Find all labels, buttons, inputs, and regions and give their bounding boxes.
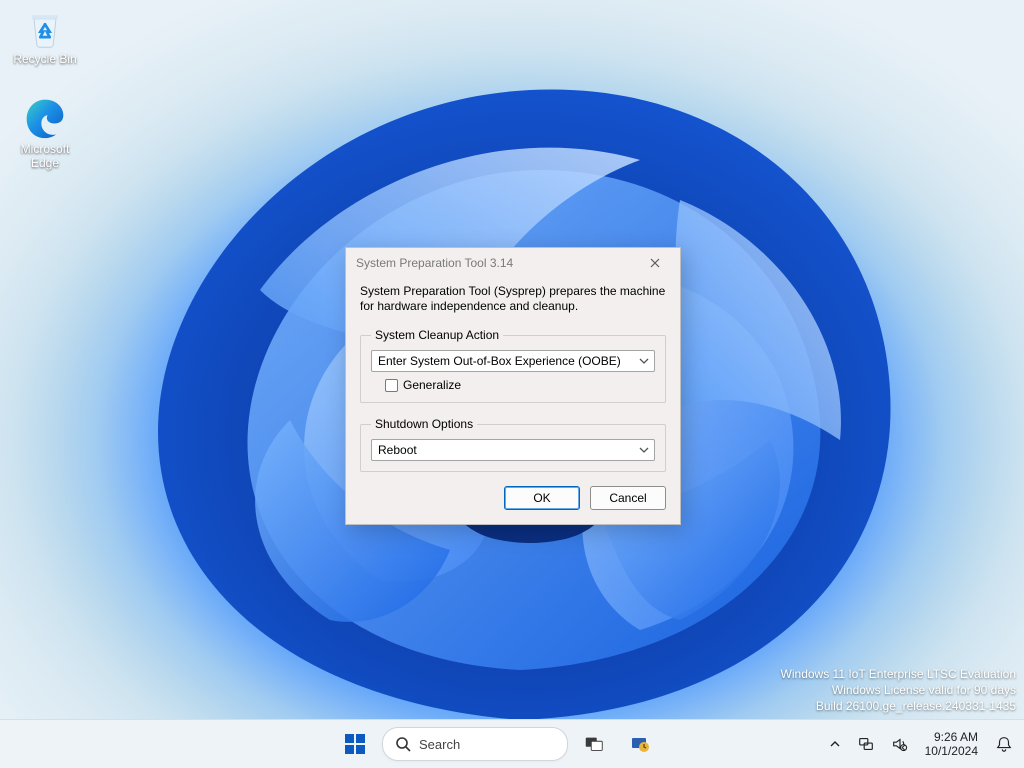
desktop-icon-recycle-bin[interactable]: Recycle Bin xyxy=(8,6,82,66)
cancel-button[interactable]: Cancel xyxy=(590,486,666,510)
task-view-icon xyxy=(583,733,605,755)
desktop-icon-microsoft-edge[interactable]: Microsoft Edge xyxy=(8,96,82,170)
taskbar: Search xyxy=(0,719,1024,768)
shutdown-option-value: Reboot xyxy=(378,443,417,457)
volume-icon xyxy=(891,735,909,753)
cleanup-action-select[interactable]: Enter System Out-of-Box Experience (OOBE… xyxy=(371,350,655,372)
sysprep-app-icon xyxy=(628,732,652,756)
dialog-title: System Preparation Tool 3.14 xyxy=(356,256,513,270)
cleanup-legend: System Cleanup Action xyxy=(371,328,503,342)
search-icon xyxy=(395,736,411,752)
clock-time: 9:26 AM xyxy=(925,730,978,744)
start-button[interactable] xyxy=(334,724,376,764)
notifications-button[interactable] xyxy=(990,724,1018,764)
notification-icon xyxy=(995,735,1013,753)
desktop[interactable]: Recycle Bin Microsoft Edge Windows 11 Io… xyxy=(0,0,1024,720)
tray-overflow[interactable] xyxy=(825,724,845,764)
shutdown-options-group: Shutdown Options Reboot xyxy=(360,417,666,472)
generalize-checkbox[interactable] xyxy=(385,379,398,392)
edge-icon xyxy=(23,96,67,140)
tray-volume[interactable] xyxy=(887,724,913,764)
chevron-down-icon xyxy=(639,358,649,364)
system-tray: 9:26 AM 10/1/2024 xyxy=(825,724,1018,764)
shutdown-legend: Shutdown Options xyxy=(371,417,477,431)
close-icon xyxy=(650,258,660,268)
cleanup-action-group: System Cleanup Action Enter System Out-o… xyxy=(360,328,666,403)
cleanup-action-value: Enter System Out-of-Box Experience (OOBE… xyxy=(378,354,621,368)
taskbar-app-task-view[interactable] xyxy=(574,724,614,764)
taskbar-search[interactable]: Search xyxy=(382,727,568,761)
activation-watermark: Windows 11 IoT Enterprise LTSC Evaluatio… xyxy=(781,666,1016,714)
close-button[interactable] xyxy=(638,252,672,274)
chevron-down-icon xyxy=(639,447,649,453)
sysprep-dialog: System Preparation Tool 3.14 System Prep… xyxy=(345,247,681,525)
clock-date: 10/1/2024 xyxy=(925,744,978,758)
shutdown-option-select[interactable]: Reboot xyxy=(371,439,655,461)
chevron-up-icon xyxy=(829,738,841,750)
taskbar-clock[interactable]: 9:26 AM 10/1/2024 xyxy=(921,730,982,758)
recycle-bin-icon xyxy=(23,6,67,50)
taskbar-app-sysprep[interactable] xyxy=(620,724,660,764)
ok-button[interactable]: OK xyxy=(504,486,580,510)
search-label: Search xyxy=(419,737,460,752)
network-icon xyxy=(857,735,875,753)
dialog-description: System Preparation Tool (Sysprep) prepar… xyxy=(360,284,666,314)
generalize-label: Generalize xyxy=(403,378,461,392)
dialog-titlebar[interactable]: System Preparation Tool 3.14 xyxy=(346,248,680,278)
desktop-icon-label: Microsoft Edge xyxy=(8,142,82,170)
desktop-icon-label: Recycle Bin xyxy=(8,52,82,66)
windows-logo-icon xyxy=(343,732,367,756)
tray-network[interactable] xyxy=(853,724,879,764)
